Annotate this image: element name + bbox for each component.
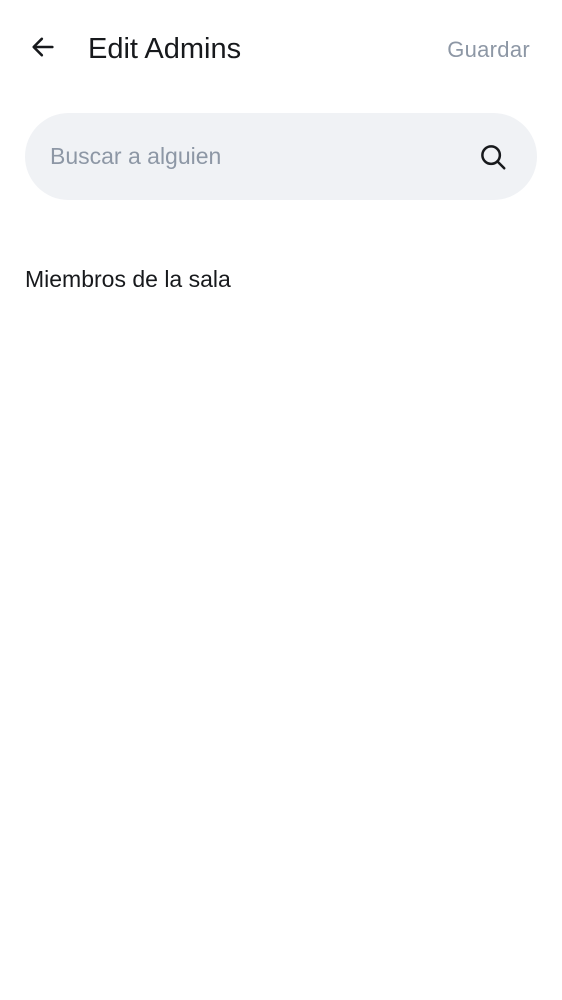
page-title: Edit Admins [88, 33, 242, 65]
arrow-left-icon [29, 33, 57, 66]
search-input[interactable] [50, 135, 450, 177]
search-box[interactable] [25, 113, 537, 200]
app-bar: Edit Admins Guardar [0, 0, 562, 100]
save-button[interactable]: Guardar [447, 35, 530, 65]
search-icon[interactable] [477, 141, 509, 173]
back-button[interactable] [22, 28, 64, 70]
members-section-title: Miembros de la sala [25, 266, 231, 292]
